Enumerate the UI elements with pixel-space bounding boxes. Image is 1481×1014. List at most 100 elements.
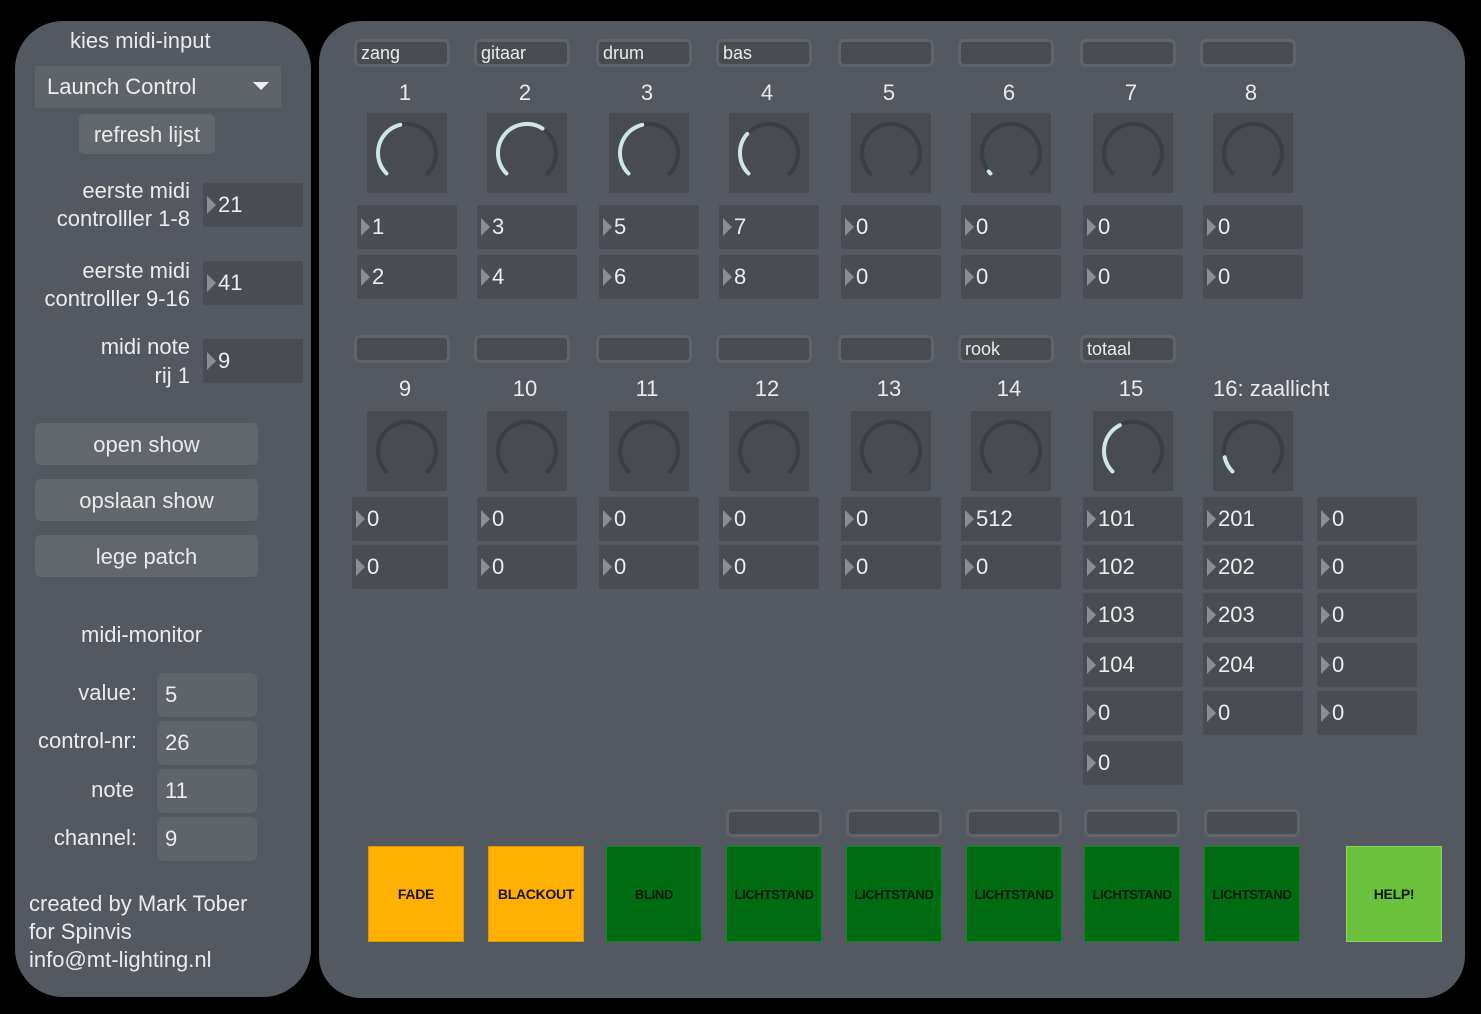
channel-name-field-10[interactable] [474,335,570,363]
dmx-a-1[interactable]: 1 [357,205,457,249]
midi-input-select[interactable]: Launch Control [35,66,281,108]
channel-name-field-7[interactable] [1080,39,1176,67]
channel-name-field-1[interactable]: zang [354,39,450,67]
dmx-14-1[interactable]: 512 [961,497,1061,541]
knob-12[interactable] [729,411,809,491]
knob-13[interactable] [851,411,931,491]
dmx-a-3[interactable]: 5 [599,205,699,249]
dmx-b-8[interactable]: 0 [1203,255,1303,299]
pad-name-field-7[interactable] [1084,809,1180,837]
dmx-16-1[interactable]: 201 [1203,497,1303,541]
triangle-icon [1207,656,1216,674]
dmx-16-5[interactable]: 0 [1203,691,1303,735]
dmx-a-8[interactable]: 0 [1203,205,1303,249]
pad-name-field-4[interactable] [726,809,822,837]
dmx-b-2[interactable]: 4 [477,255,577,299]
channel-name-field-15[interactable]: totaal [1080,335,1176,363]
dmx-b-3[interactable]: 6 [599,255,699,299]
pad-lichtstand-6[interactable]: LICHTSTAND [966,846,1062,942]
pad-lichtstand-8[interactable]: LICHTSTAND [1204,846,1300,942]
dmx-15-1[interactable]: 101 [1083,497,1183,541]
dmx-b-6[interactable]: 0 [961,255,1061,299]
dmx-9-2[interactable]: 0 [352,545,448,589]
dmx-13-2[interactable]: 0 [841,545,941,589]
dmx-13-1[interactable]: 0 [841,497,941,541]
pad-lichtstand-7[interactable]: LICHTSTAND [1084,846,1180,942]
pad-blackout-2[interactable]: BLACKOUT [488,846,584,942]
dmx-a-6[interactable]: 0 [961,205,1061,249]
dmx-11-1[interactable]: 0 [599,497,699,541]
dmx-15-4[interactable]: 104 [1083,643,1183,687]
first-cc-1-8-input[interactable]: 21 [203,183,303,227]
pad-name-field-8[interactable] [1204,809,1300,837]
dmx-extra-3[interactable]: 0 [1317,593,1417,637]
channel-name-field-8[interactable] [1200,39,1296,67]
dmx-14-2[interactable]: 0 [961,545,1061,589]
dmx-extra-5[interactable]: 0 [1317,691,1417,735]
dmx-a-7[interactable]: 0 [1083,205,1183,249]
empty-patch-button[interactable]: lege patch [35,535,258,579]
dmx-b-4[interactable]: 8 [719,255,819,299]
dmx-extra-1[interactable]: 0 [1317,497,1417,541]
knob-15[interactable] [1093,411,1173,491]
pad-name-field-6[interactable] [966,809,1062,837]
dmx-a-5[interactable]: 0 [841,205,941,249]
dmx-15-6[interactable]: 0 [1083,741,1183,785]
knob-3[interactable] [609,113,689,193]
dmx-12-2[interactable]: 0 [719,545,819,589]
pad-help-9[interactable]: HELP! [1346,846,1442,942]
dmx-11-2[interactable]: 0 [599,545,699,589]
channel-name-field-5[interactable] [838,39,934,67]
knob-5[interactable] [851,113,931,193]
dmx-b-7[interactable]: 0 [1083,255,1183,299]
channel-name-field-3[interactable]: drum [596,39,692,67]
knob-14[interactable] [971,411,1051,491]
dmx-16-4[interactable]: 204 [1203,643,1303,687]
channel-name-field-13[interactable] [838,335,934,363]
knob-7[interactable] [1093,113,1173,193]
dmx-extra-4[interactable]: 0 [1317,643,1417,687]
knob-16[interactable] [1213,411,1293,491]
dmx-a-2[interactable]: 3 [477,205,577,249]
channel-name-field-2[interactable]: gitaar [474,39,570,67]
dmx-16-2[interactable]: 202 [1203,545,1303,589]
pad-blind-3[interactable]: BLIND [606,846,702,942]
dmx-15-2[interactable]: 102 [1083,545,1183,589]
knob-4[interactable] [729,113,809,193]
dmx-15-3[interactable]: 103 [1083,593,1183,637]
dmx-10-2[interactable]: 0 [477,545,577,589]
dmx-9-1[interactable]: 0 [352,497,448,541]
dmx-b-1[interactable]: 2 [357,255,457,299]
refresh-list-button[interactable]: refresh lijst [79,114,215,156]
channel-name-field-14[interactable]: rook [958,335,1054,363]
dmx-extra-2[interactable]: 0 [1317,545,1417,589]
knob-10[interactable] [487,411,567,491]
dmx-a-4-value: 7 [734,214,747,239]
knob-2[interactable] [487,113,567,193]
dmx-a-4[interactable]: 7 [719,205,819,249]
note-row1-input[interactable]: 9 [203,339,303,383]
dmx-16-3[interactable]: 203 [1203,593,1303,637]
knob-1[interactable] [367,113,447,193]
knob-6[interactable] [971,113,1051,193]
pad-name-field-5[interactable] [846,809,942,837]
channel-name-field-9[interactable] [354,335,450,363]
dmx-b-5[interactable]: 0 [841,255,941,299]
dmx-15-5[interactable]: 0 [1083,691,1183,735]
channel-name-field-12[interactable] [716,335,812,363]
channel-name-field-11[interactable] [596,335,692,363]
knob-track [980,420,1042,474]
save-show-button[interactable]: opslaan show [35,479,258,523]
channel-name-field-6[interactable] [958,39,1054,67]
pad-lichtstand-4[interactable]: LICHTSTAND [726,846,822,942]
pad-lichtstand-5[interactable]: LICHTSTAND [846,846,942,942]
pad-fade-1[interactable]: FADE [368,846,464,942]
dmx-10-1[interactable]: 0 [477,497,577,541]
knob-11[interactable] [609,411,689,491]
first-cc-9-16-input[interactable]: 41 [203,261,303,305]
dmx-12-1[interactable]: 0 [719,497,819,541]
knob-9[interactable] [367,411,447,491]
channel-name-field-4[interactable]: bas [716,39,812,67]
knob-8[interactable] [1213,113,1293,193]
open-show-button[interactable]: open show [35,423,258,467]
